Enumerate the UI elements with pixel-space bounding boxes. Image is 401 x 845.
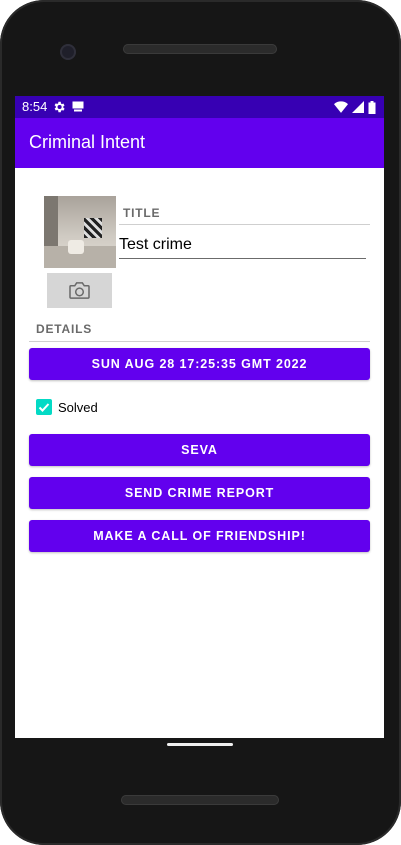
status-icons <box>334 100 376 114</box>
divider <box>29 341 370 342</box>
bottom-speaker <box>121 795 279 805</box>
solved-checkbox[interactable] <box>36 399 52 415</box>
crime-title-input[interactable] <box>119 232 366 258</box>
app-bar: Criminal Intent <box>15 118 384 168</box>
app-title: Criminal Intent <box>29 132 146 152</box>
top-speaker <box>123 44 277 54</box>
crime-photo <box>44 196 116 268</box>
wifi-icon <box>334 101 348 113</box>
screen: 8:54 Criminal Intent TITLE Test crime DE… <box>15 96 384 738</box>
solved-checkbox-row[interactable]: Solved <box>36 398 98 416</box>
check-icon <box>38 403 50 412</box>
sim-card-icon <box>72 101 84 112</box>
details-section-label: DETAILS <box>36 322 93 336</box>
input-underline <box>119 258 366 259</box>
gear-icon <box>54 101 65 113</box>
divider <box>119 224 370 225</box>
phone-frame: 8:54 Criminal Intent TITLE Test crime DE… <box>0 0 401 845</box>
call-friendship-button[interactable]: MAKE A CALL OF FRIENDSHIP! <box>29 520 370 552</box>
send-crime-report-button[interactable]: SEND CRIME REPORT <box>29 477 370 509</box>
take-photo-button[interactable] <box>47 273 112 308</box>
front-camera <box>60 44 76 60</box>
title-section-label: TITLE <box>123 206 161 220</box>
status-bar: 8:54 <box>15 96 384 118</box>
seva-button[interactable]: SEVA <box>29 434 370 466</box>
crime-date-button[interactable]: SUN AUG 28 17:25:35 GMT 2022 <box>29 348 370 380</box>
solved-label: Solved <box>58 399 98 415</box>
signal-icon <box>352 101 364 113</box>
home-gesture-bar[interactable] <box>167 743 233 746</box>
status-time: 8:54 <box>22 99 48 114</box>
battery-icon <box>368 100 376 114</box>
camera-icon <box>69 282 90 299</box>
